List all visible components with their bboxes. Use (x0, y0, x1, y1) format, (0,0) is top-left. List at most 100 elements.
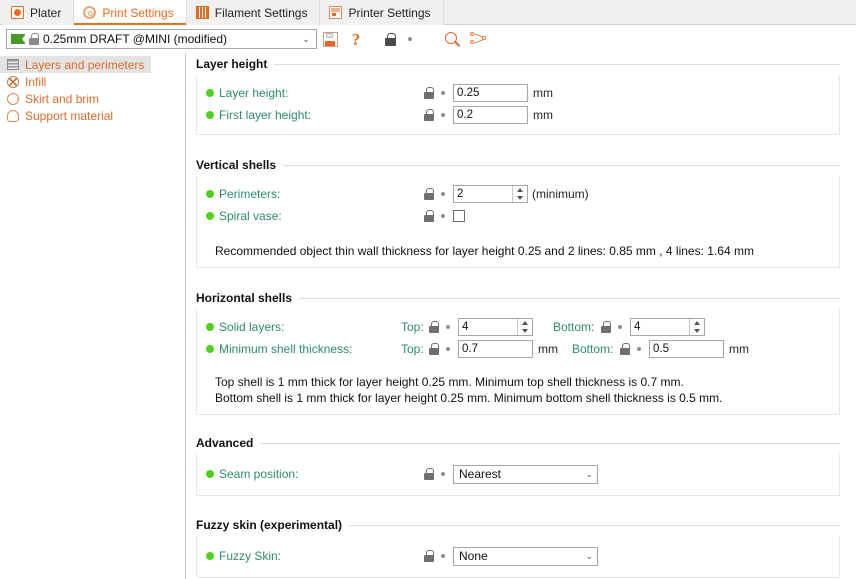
compare-presets-button[interactable] (465, 27, 491, 51)
tab-plater-label: Plater (30, 5, 62, 20)
group-vertical-shells-header: Vertical shells (196, 158, 840, 172)
field-label-wrap: Seam position: (206, 467, 424, 481)
min-shell-top-unit: mm (538, 342, 558, 356)
solid-layers-bottom-spinner[interactable] (630, 318, 705, 336)
spinner-buttons[interactable] (689, 319, 704, 335)
revert-dot-icon[interactable] (446, 347, 450, 351)
lock-icon[interactable] (424, 210, 434, 222)
seam-position-value: Nearest (459, 467, 502, 481)
spinner-buttons[interactable] (517, 319, 532, 335)
group-horizontal-shells-body: Solid layers: Top: Bottom: (196, 309, 840, 415)
min-shell-top-input[interactable] (458, 340, 533, 358)
group-advanced: Advanced Seam position: Nearest ⌄ (196, 432, 840, 496)
sidebar-item-support-material[interactable]: Support material (0, 107, 185, 124)
revert-dot-icon[interactable] (618, 325, 622, 329)
spinner-down-button[interactable] (513, 194, 527, 202)
first-layer-height-input[interactable] (453, 106, 528, 124)
spinner-up-button[interactable] (513, 186, 527, 194)
min-shell-bottom-input[interactable] (649, 340, 724, 358)
revert-dot-icon[interactable] (441, 214, 445, 218)
revert-dot-icon[interactable] (441, 472, 445, 476)
field-row-layer-height: Layer height: mm (197, 82, 839, 104)
compare-presets-icon (470, 32, 486, 46)
field-label: Spiral vase: (219, 209, 282, 223)
perimeters-input[interactable] (454, 186, 512, 202)
sidebar-item-skirt-and-brim[interactable]: Skirt and brim (0, 90, 185, 107)
min-shell-top-label: Top: (401, 342, 424, 356)
preset-combobox[interactable]: 0.25mm DRAFT @MINI (modified) ⌄ (6, 29, 317, 49)
tab-print-settings-label: Print Settings (102, 5, 174, 20)
modified-bullet-icon (206, 323, 214, 331)
seam-position-select[interactable]: Nearest ⌄ (453, 464, 598, 484)
lock-icon[interactable] (601, 321, 611, 333)
revert-dot-icon[interactable] (441, 91, 445, 95)
lock-icon[interactable] (424, 87, 434, 99)
lock-icon[interactable] (424, 468, 434, 480)
modified-bullet-icon (206, 111, 214, 119)
group-divider (274, 63, 840, 65)
spiral-vase-checkbox[interactable] (453, 210, 465, 222)
revert-dot-icon[interactable] (441, 192, 445, 196)
spinner-buttons[interactable] (512, 186, 527, 202)
group-advanced-header: Advanced (196, 436, 840, 450)
min-shell-bottom-unit: mm (729, 342, 749, 356)
modified-bullet-icon (206, 345, 214, 353)
field-label: Seam position: (219, 467, 299, 481)
field-row-solid-layers: Solid layers: Top: Bottom: (197, 316, 839, 338)
field-label-wrap: First layer height: (206, 108, 424, 122)
field-unit: mm (533, 86, 553, 100)
revert-dot-icon (408, 37, 412, 41)
modified-bullet-icon (206, 470, 214, 478)
tab-printer-settings[interactable]: Printer Settings (320, 0, 444, 25)
min-shell-bottom-label: Bottom: (572, 342, 614, 356)
solid-layers-top-input[interactable] (459, 319, 517, 335)
revert-dot-icon[interactable] (441, 113, 445, 117)
revert-dot-icon[interactable] (441, 554, 445, 558)
fuzzy-skin-value: None (459, 549, 488, 563)
spinner-down-button[interactable] (518, 327, 532, 335)
tab-print-settings[interactable]: Print Settings (74, 0, 187, 25)
lock-icon[interactable] (424, 109, 434, 121)
lock-icon[interactable] (424, 550, 434, 562)
sidebar-item-infill[interactable]: Infill (0, 73, 185, 90)
spinner-up-button[interactable] (518, 319, 532, 327)
lock-icon[interactable] (620, 343, 630, 355)
group-vertical-shells: Vertical shells Perimeters: 2 (minimum) … (196, 154, 840, 268)
search-button[interactable] (439, 27, 465, 51)
group-divider (349, 524, 840, 526)
revert-dot-icon[interactable] (637, 347, 641, 351)
help-button[interactable]: ? (343, 27, 369, 51)
solid-layers-top-spinner[interactable] (458, 318, 533, 336)
group-horizontal-shells: Horizontal shells Solid layers: Top: 4 B… (196, 287, 840, 415)
revert-dot-icon[interactable] (446, 325, 450, 329)
perimeters-spinner[interactable] (453, 185, 528, 203)
preset-toolbar: 0.25mm DRAFT @MINI (modified) ⌄ ? (0, 25, 856, 53)
sidebar-item-layers-and-perimeters[interactable]: Layers and perimeters (0, 56, 151, 73)
save-preset-button[interactable] (317, 27, 343, 51)
field-label-wrap: Minimum shell thickness: (206, 342, 401, 356)
lock-icon[interactable] (429, 321, 439, 333)
group-advanced-body: Seam position: Nearest ⌄ (196, 454, 840, 496)
save-preset-icon (322, 31, 338, 47)
fuzzy-skin-select[interactable]: None ⌄ (453, 546, 598, 566)
lock-all-button[interactable] (377, 27, 403, 51)
layer-height-input[interactable] (453, 84, 528, 102)
tab-filament-settings[interactable]: Filament Settings (186, 0, 321, 25)
field-lock-group (424, 87, 445, 99)
spinner-down-button[interactable] (690, 327, 704, 335)
settings-panel: Layer height Layer height: mm (186, 53, 856, 579)
revert-all-button[interactable] (403, 27, 417, 51)
field-row-spiral-vase: Spiral vase: (197, 205, 839, 227)
sidebar-item-label: Support material (25, 108, 114, 123)
tab-plater[interactable]: Plater (2, 0, 75, 25)
lock-icon[interactable] (424, 188, 434, 200)
chevron-down-icon[interactable]: ⌄ (298, 34, 314, 44)
solid-layers-bottom-input[interactable] (631, 319, 689, 335)
lock-icon[interactable] (429, 343, 439, 355)
field-label-wrap: Spiral vase: (206, 209, 424, 223)
field-row-seam-position: Seam position: Nearest ⌄ (197, 461, 839, 487)
group-layer-height: Layer height Layer height: mm (196, 53, 840, 135)
field-label: Minimum shell thickness: (219, 342, 353, 356)
field-label-wrap: Perimeters: (206, 187, 424, 201)
spinner-up-button[interactable] (690, 319, 704, 327)
